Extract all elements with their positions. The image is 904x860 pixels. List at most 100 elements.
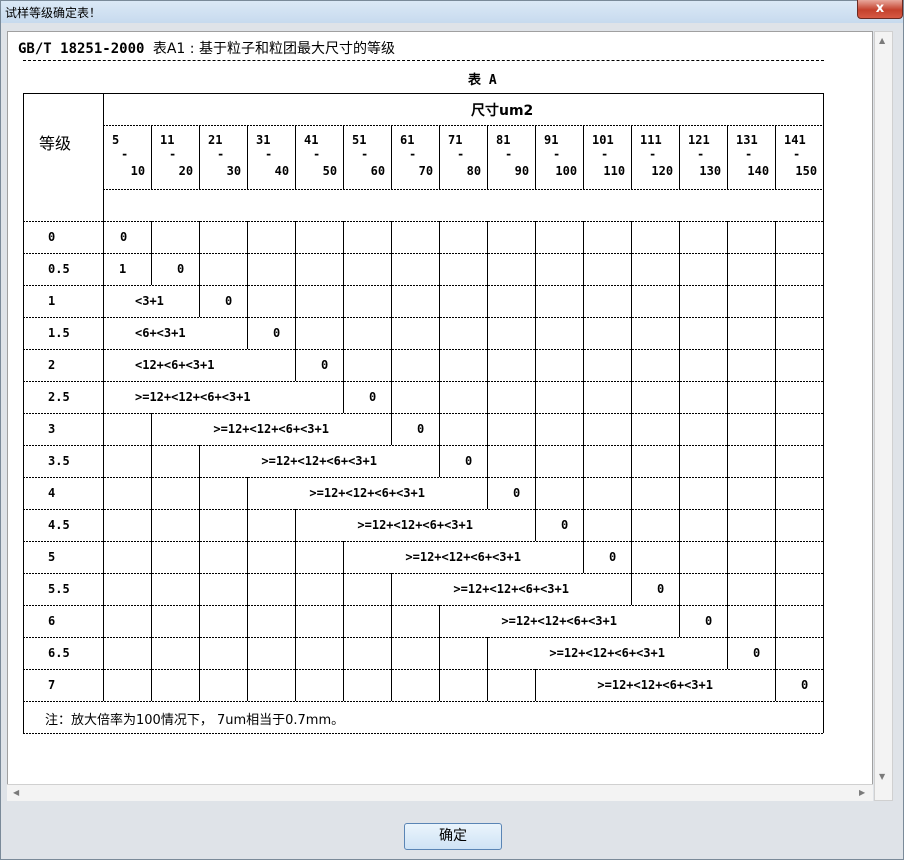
- count-formula-cell: >=12+<12+<6+<3+1: [405, 550, 521, 564]
- size-range-to: 100: [555, 164, 578, 178]
- zero-cell: 0: [465, 454, 473, 468]
- zero-cell: 0: [225, 294, 233, 308]
- size-range-dash: -: [169, 147, 177, 161]
- grade-cell: 1: [48, 294, 56, 308]
- count-formula-cell: <6+<3+1: [135, 326, 186, 340]
- size-range-from: 141: [784, 133, 806, 147]
- size-range-from: 81: [496, 133, 511, 147]
- size-range-dash: -: [505, 147, 513, 161]
- size-range-dash: -: [793, 147, 801, 161]
- count-formula-cell: >=12+<12+<6+<3+1: [135, 390, 251, 404]
- zero-cell: 0: [705, 614, 713, 628]
- size-range-dash: -: [121, 147, 129, 161]
- size-range-dash: -: [553, 147, 561, 161]
- zero-cell: 0: [321, 358, 329, 372]
- size-range-dash: -: [697, 147, 705, 161]
- window-title: 试样等级确定表！: [5, 6, 102, 20]
- size-range-dash: -: [265, 147, 273, 161]
- size-range-to: 110: [603, 164, 626, 178]
- size-range-from: 101: [592, 133, 614, 147]
- scroll-down-icon[interactable]: ▼: [879, 772, 885, 781]
- size-range-to: 10: [130, 164, 146, 178]
- size-range-dash: -: [361, 147, 369, 161]
- size-range-to: 140: [747, 164, 770, 178]
- count-formula-cell: 1: [119, 262, 127, 276]
- size-range-dash: -: [409, 147, 417, 161]
- size-range-to: 70: [418, 164, 434, 178]
- close-button[interactable]: x: [857, 0, 903, 19]
- size-range-to: 150: [795, 164, 818, 178]
- size-range-from: 11: [160, 133, 175, 147]
- size-range-to: 50: [322, 164, 338, 178]
- grade-cell: 4.5: [48, 518, 70, 532]
- zero-cell: 0: [609, 550, 617, 564]
- count-formula-cell: >=12+<12+<6+<3+1: [549, 646, 665, 660]
- size-range-dash: -: [457, 147, 465, 161]
- size-range-dash: -: [601, 147, 609, 161]
- size-range-to: 130: [699, 164, 722, 178]
- vertical-scrollbar[interactable]: ▲ ▼: [874, 31, 893, 801]
- zero-cell: 0: [801, 678, 809, 692]
- size-range-to: 80: [466, 164, 482, 178]
- zero-cell: 0: [561, 518, 569, 532]
- count-formula-cell: >=12+<12+<6+<3+1: [309, 486, 425, 500]
- horizontal-scrollbar[interactable]: ◀ ▶: [7, 784, 873, 801]
- zero-cell: 0: [513, 486, 521, 500]
- size-range-from: 131: [736, 133, 758, 147]
- size-range-to: 120: [651, 164, 674, 178]
- grade-cell: 6.5: [48, 646, 70, 660]
- grade-cell: 0.5: [48, 262, 70, 276]
- size-range-to: 90: [514, 164, 530, 178]
- size-range-from: 51: [352, 133, 367, 147]
- count-formula-cell: >=12+<12+<6+<3+1: [261, 454, 377, 468]
- size-range-from: 21: [208, 133, 223, 147]
- size-range-from: 61: [400, 133, 415, 147]
- grade-cell: 6: [48, 614, 56, 628]
- size-range-from: 121: [688, 133, 710, 147]
- zero-cell: 0: [177, 262, 185, 276]
- scroll-left-icon[interactable]: ◀: [13, 788, 19, 797]
- count-formula-cell: >=12+<12+<6+<3+1: [453, 582, 569, 596]
- size-range-from: 31: [256, 133, 271, 147]
- size-range-from: 91: [544, 133, 559, 147]
- size-range-from: 41: [304, 133, 319, 147]
- zero-cell: 0: [120, 230, 128, 244]
- size-column-header: 尺寸um2: [471, 103, 534, 119]
- scroll-right-icon[interactable]: ▶: [859, 788, 865, 797]
- grade-cell: 7: [48, 678, 56, 692]
- grade-cell: 3: [48, 422, 56, 436]
- grade-cell: 2: [48, 358, 56, 372]
- scroll-up-icon[interactable]: ▲: [879, 36, 885, 45]
- count-formula-cell: >=12+<12+<6+<3+1: [357, 518, 473, 532]
- title-bar: 试样等级确定表！ x: [1, 0, 903, 23]
- grade-cell: 5.5: [48, 582, 70, 596]
- zero-cell: 0: [657, 582, 665, 596]
- size-range-to: 40: [274, 164, 290, 178]
- zero-cell: 0: [369, 390, 377, 404]
- count-formula-cell: >=12+<12+<6+<3+1: [597, 678, 713, 692]
- size-range-dash: -: [313, 147, 321, 161]
- size-range-from: 111: [640, 133, 662, 147]
- count-formula-cell: >=12+<12+<6+<3+1: [501, 614, 617, 628]
- grade-cell: 4: [48, 486, 56, 500]
- table-note: 注：放大倍率为100情况下， 7um相当于0.7mm。: [45, 713, 345, 728]
- size-range-to: 30: [226, 164, 242, 178]
- grade-column-header: 等级: [39, 134, 72, 153]
- size-range-from: 5: [112, 133, 120, 147]
- grade-cell: 0: [48, 230, 56, 244]
- size-range-to: 20: [178, 164, 194, 178]
- size-range-dash: -: [745, 147, 753, 161]
- size-range-dash: -: [217, 147, 225, 161]
- size-range-from: 71: [448, 133, 463, 147]
- size-range-to: 60: [370, 164, 386, 178]
- count-formula-cell: <3+1: [135, 294, 164, 308]
- zero-cell: 0: [273, 326, 281, 340]
- grade-cell: 1.5: [48, 326, 70, 340]
- size-range-dash: -: [649, 147, 657, 161]
- grade-cell: 2.5: [48, 390, 70, 404]
- ok-button[interactable]: 确定: [404, 823, 502, 850]
- dialog-window: 试样等级确定表！ x GB/T 18251-2000 表A1 : 基于粒子和粒团…: [0, 0, 904, 860]
- count-formula-cell: <12+<6+<3+1: [135, 358, 215, 372]
- grade-cell: 3.5: [48, 454, 70, 468]
- count-formula-cell: >=12+<12+<6+<3+1: [213, 422, 329, 436]
